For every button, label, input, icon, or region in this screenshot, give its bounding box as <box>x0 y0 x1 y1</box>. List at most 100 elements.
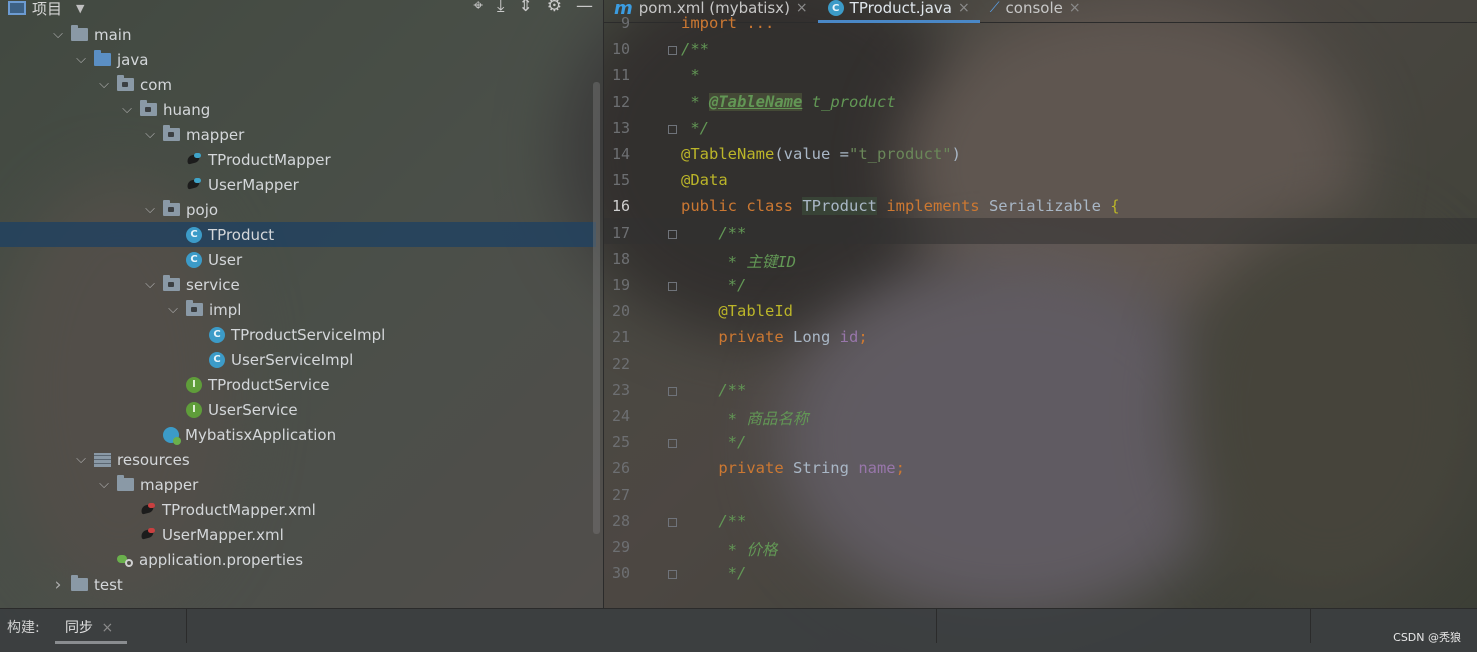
locate-file-icon[interactable]: ⌖ <box>473 0 483 16</box>
code-token: /** <box>681 380 747 399</box>
code-token: (value = <box>774 145 849 163</box>
tree-item-test[interactable]: › test <box>0 572 596 597</box>
tree-item-label: impl <box>209 300 242 319</box>
tree-item-tproductserviceimpl[interactable]: C TProductServiceImpl <box>0 322 596 347</box>
tree-item-tproductmapper-xml[interactable]: TProductMapper.xml <box>0 497 596 522</box>
tree-item-usermapper[interactable]: UserMapper <box>0 172 596 197</box>
close-icon[interactable]: × <box>1069 0 1081 16</box>
tree-item-service[interactable]: ⌵ service <box>0 272 596 297</box>
code-line: @Data <box>681 171 728 189</box>
tree-item-label: mapper <box>140 475 199 494</box>
tree-item-userservice[interactable]: I UserService <box>0 397 596 422</box>
interface-icon: I <box>186 401 202 418</box>
tree-item-com[interactable]: ⌵ com <box>0 72 596 97</box>
project-tree-scrollbar[interactable] <box>593 82 600 534</box>
folder-icon <box>117 475 134 491</box>
resources-folder-icon <box>94 452 111 467</box>
build-tool-window-bar: 构建: 同步 × CSDN @秃狼 <box>0 608 1477 652</box>
tree-item-java[interactable]: ⌵ java <box>0 47 596 72</box>
tree-item-mapper[interactable]: ⌵ mapper <box>0 472 596 497</box>
chevron-down-icon[interactable]: ⌵ <box>143 202 157 217</box>
code-editor[interactable]: import ... /** * * @TableName t_product *… <box>604 14 1477 608</box>
tree-item-mapper[interactable]: ⌵ mapper <box>0 122 596 147</box>
class-icon: C <box>186 251 202 268</box>
tree-item-tproduct[interactable]: C TProduct <box>0 222 596 247</box>
tree-item-label: UserService <box>208 400 298 419</box>
project-view-selector[interactable]: 项目 ▼ <box>8 0 84 19</box>
chevron-down-icon[interactable]: ⌵ <box>97 477 111 492</box>
tree-item-label: service <box>186 275 240 294</box>
tree-item-main[interactable]: ⌵ main <box>0 22 596 47</box>
chevron-down-icon[interactable]: ▼ <box>76 2 84 15</box>
tree-item-userserviceimpl[interactable]: C UserServiceImpl <box>0 347 596 372</box>
tab-console[interactable]: ⟋ console × <box>980 0 1091 22</box>
expand-all-icon[interactable]: ⤓ <box>497 0 505 16</box>
tab-tproduct-java[interactable]: C TProduct.java × <box>817 0 980 23</box>
chevron-down-icon[interactable]: ⌵ <box>51 27 65 42</box>
class-icon: C <box>209 326 225 343</box>
chevron-down-icon[interactable]: ⌵ <box>74 452 88 467</box>
gear-icon[interactable]: ⚙ <box>547 0 562 16</box>
tree-item-label: com <box>140 75 173 94</box>
chevron-right-icon[interactable]: › <box>51 575 65 595</box>
code-token: Serializable <box>988 197 1111 216</box>
mybatis-mapper-icon <box>186 177 202 192</box>
package-icon <box>186 300 203 316</box>
tree-item-label: mapper <box>186 125 245 144</box>
collapse-all-icon[interactable]: ⇕ <box>519 0 533 16</box>
tab-label: TProduct.java <box>849 0 952 17</box>
package-icon <box>163 125 180 141</box>
code-token: */ <box>681 433 747 452</box>
tree-item-pojo[interactable]: ⌵ pojo <box>0 197 596 222</box>
chevron-down-icon[interactable]: ⌵ <box>143 127 157 142</box>
close-icon[interactable]: × <box>958 0 970 16</box>
code-line: import ... <box>681 14 774 32</box>
tree-item-label: java <box>117 50 149 69</box>
interface-icon: I <box>186 376 202 393</box>
code-token: * 价格 <box>681 541 778 559</box>
hide-panel-icon[interactable]: — <box>576 0 593 16</box>
chevron-down-icon[interactable]: ⌵ <box>97 77 111 92</box>
tree-item-tproductservice[interactable]: I TProductService <box>0 372 596 397</box>
properties-icon <box>117 553 133 567</box>
package-icon <box>163 200 180 216</box>
code-line: /** <box>681 224 746 242</box>
chevron-down-icon[interactable]: ⌵ <box>74 52 88 67</box>
code-token: { <box>1110 197 1120 216</box>
tree-item-usermapper-xml[interactable]: UserMapper.xml <box>0 522 596 547</box>
close-icon[interactable]: × <box>796 0 808 16</box>
code-token: */ <box>681 564 747 583</box>
code-token: /** <box>681 223 747 242</box>
source-folder-icon <box>94 50 111 66</box>
code-token: ; <box>895 459 905 478</box>
tree-item-huang[interactable]: ⌵ huang <box>0 97 596 122</box>
project-panel-title: 项目 <box>32 0 63 18</box>
spring-boot-class-icon <box>163 426 181 445</box>
chevron-down-icon[interactable]: ⌵ <box>166 302 180 317</box>
tree-item-mybatisxapplication[interactable]: MybatisxApplication <box>0 422 596 447</box>
tree-item-user[interactable]: C User <box>0 247 596 272</box>
project-panel-header: 项目 ▼ ⌖ ⤓ ⇕ ⚙ — <box>0 0 603 22</box>
active-tab-indicator <box>55 641 127 644</box>
tab-sync[interactable]: 同步 × <box>65 617 113 637</box>
chevron-down-icon[interactable]: ⌵ <box>143 277 157 292</box>
code-line: /** <box>681 512 746 530</box>
tree-item-label: application.properties <box>139 550 304 569</box>
tree-item-tproductmapper[interactable]: TProductMapper <box>0 147 596 172</box>
folder-icon <box>71 25 88 41</box>
console-icon: ⟋ <box>989 0 1000 16</box>
chevron-down-icon[interactable]: ⌵ <box>120 102 134 117</box>
tree-item-label: resources <box>117 450 190 469</box>
code-token: private <box>681 328 793 347</box>
tree-item-application-properties[interactable]: application.properties <box>0 547 596 572</box>
close-icon[interactable]: × <box>101 620 113 636</box>
tree-item-label: test <box>94 575 123 594</box>
tree-item-resources[interactable]: ⌵ resources <box>0 447 596 472</box>
tree-item-label: UserServiceImpl <box>231 350 354 369</box>
code-token: name <box>858 459 896 478</box>
tree-item-label: main <box>94 25 132 44</box>
tree-item-impl[interactable]: ⌵ impl <box>0 297 596 322</box>
code-token: import ... <box>681 14 775 32</box>
tree-item-label: UserMapper <box>208 175 299 194</box>
folder-icon <box>71 575 88 591</box>
